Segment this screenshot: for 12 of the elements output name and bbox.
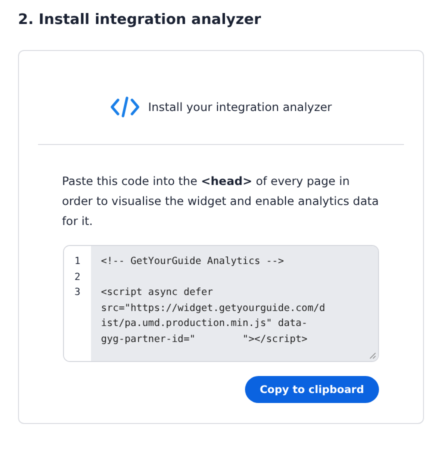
line-number: 1 xyxy=(74,255,80,269)
copy-button[interactable]: Copy to clipboard xyxy=(244,376,379,403)
code-line: <script async defer src="https://widget.getyourguide.com/dist/pa.umd.production.min.js" data-gyg-partner-id=" "></script> xyxy=(101,286,326,346)
resize-grip-icon[interactable] xyxy=(369,352,376,359)
line-number: 2 xyxy=(74,270,80,284)
card-title: Install your integration analyzer xyxy=(148,100,332,114)
code-field[interactable]: 1 2 3 <!-- GetYourGuide Analytics --> <script async defer src="https://widget.getyourguide.com/dist/pa.umd.production.min.js" data-gyg-partner-id=" "></script> xyxy=(63,245,379,362)
line-number: 3 xyxy=(74,286,80,300)
instructions-text: Paste this code into the <head> of every page in order to visualise the widget and enable analytics data for it. xyxy=(62,173,380,230)
section-heading: 2. Install integration analyzer xyxy=(18,12,262,28)
code-icon xyxy=(110,96,140,118)
code-line: <!-- GetYourGuide Analytics --> xyxy=(101,255,285,269)
